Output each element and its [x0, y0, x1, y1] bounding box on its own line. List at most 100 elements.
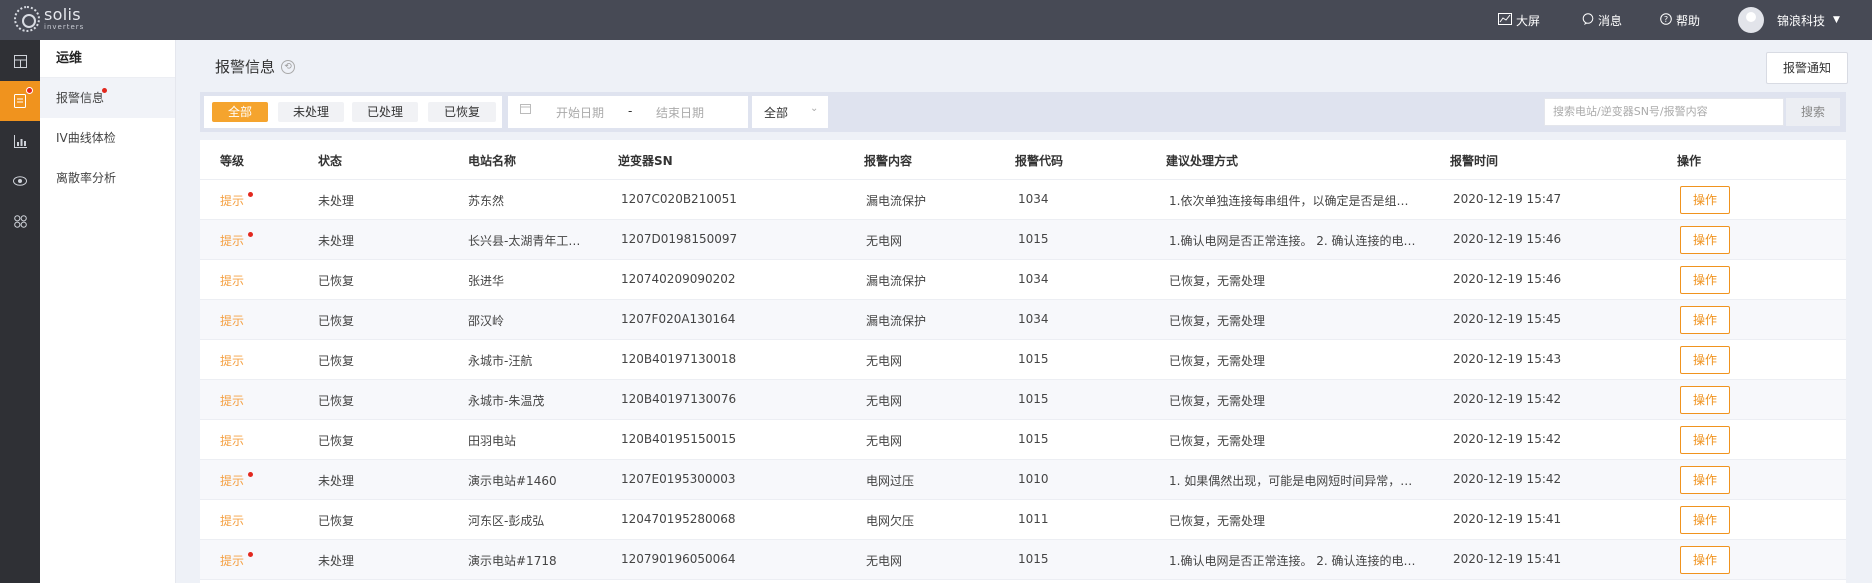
tab-recovered[interactable]: 已恢复: [428, 102, 496, 122]
station-cell: 长兴县-太湖青年工…: [468, 234, 581, 248]
info-icon[interactable]: ⟲: [281, 59, 296, 74]
advice-cell: 1. 如果偶然出现，可能是电网短时间异常，逆…: [1169, 474, 1419, 488]
level-cell: 提示: [220, 194, 245, 208]
col-station: 电站名称: [468, 154, 517, 168]
status-cell: 未处理: [318, 194, 355, 208]
solis-logo[interactable]: solis inverters: [14, 6, 84, 32]
operate-button[interactable]: 操作: [1680, 506, 1730, 534]
tab-unprocessed[interactable]: 未处理: [278, 102, 344, 122]
code-cell: 1015: [1018, 232, 1049, 246]
content-cell: 无电网: [866, 234, 903, 248]
code-cell: 1010: [1018, 472, 1049, 486]
end-date-input[interactable]: 结束日期: [656, 104, 704, 121]
content-cell: 电网欠压: [866, 514, 915, 528]
level-cell: 提示: [220, 274, 245, 288]
sidebar-item-dispersion[interactable]: 离散率分析: [40, 158, 175, 198]
operate-button[interactable]: 操作: [1680, 266, 1730, 294]
operate-button[interactable]: 操作: [1680, 386, 1730, 414]
date-separator: -: [628, 104, 633, 118]
code-cell: 1015: [1018, 392, 1049, 406]
help-icon: ?: [1660, 12, 1672, 28]
apps-icon[interactable]: [0, 201, 40, 241]
content-cell: 漏电流保护: [866, 274, 927, 288]
calendar-icon: [520, 103, 531, 117]
col-operation: 操作: [1677, 154, 1702, 168]
col-sn: 逆变器SN: [618, 154, 673, 168]
sn-cell: 1207F020A130164: [621, 312, 736, 326]
sn-cell: 1207D0198150097: [621, 232, 738, 246]
time-cell: 2020-12-19 15:45: [1453, 312, 1562, 326]
message-link[interactable]: 消息: [1582, 0, 1622, 40]
operate-button[interactable]: 操作: [1680, 546, 1730, 574]
level-cell: 提示: [220, 314, 245, 328]
station-cell: 演示电站#1718: [468, 554, 557, 568]
help-label: 帮助: [1676, 13, 1701, 28]
advice-cell: 已恢复，无需处理: [1169, 514, 1266, 528]
tab-processed[interactable]: 已处理: [352, 102, 418, 122]
code-cell: 1034: [1018, 192, 1049, 206]
logo-text: solis: [44, 5, 81, 24]
advice-cell: 已恢复，无需处理: [1169, 314, 1266, 328]
sn-cell: 1207E0195300003: [621, 472, 736, 486]
sn-cell: 120740209090202: [621, 272, 736, 286]
col-content: 报警内容: [864, 154, 913, 168]
sidebar-item-label: 报警信息: [56, 91, 105, 105]
level-cell: 提示: [220, 554, 245, 568]
search-button[interactable]: 搜索: [1786, 98, 1840, 126]
advice-cell: 已恢复，无需处理: [1169, 354, 1266, 368]
level-cell: 提示: [220, 394, 245, 408]
status-cell: 已恢复: [318, 514, 355, 528]
time-cell: 2020-12-19 15:42: [1453, 472, 1562, 486]
status-cell: 已恢复: [318, 274, 355, 288]
report-icon[interactable]: [0, 121, 40, 161]
operate-button[interactable]: 操作: [1680, 426, 1730, 454]
search-input[interactable]: 搜索电站/逆变器SN号/报警内容: [1544, 98, 1784, 126]
sidebar-item-alarm-info[interactable]: 报警信息: [40, 78, 175, 118]
operate-button[interactable]: 操作: [1680, 346, 1730, 374]
svg-text:?: ?: [1664, 15, 1668, 24]
content-cell: 电网过压: [866, 474, 915, 488]
status-cell: 未处理: [318, 474, 355, 488]
code-cell: 1015: [1018, 552, 1049, 566]
unprocessed-dot: [248, 552, 253, 557]
operate-button[interactable]: 操作: [1680, 226, 1730, 254]
sn-cell: 1207C020B210051: [621, 192, 737, 206]
station-cell: 河东区-彭成弘: [468, 514, 545, 528]
station-cell: 演示电站#1460: [468, 474, 557, 488]
alarm-notify-button[interactable]: 报警通知: [1766, 52, 1848, 84]
level-cell: 提示: [220, 434, 245, 448]
content-cell: 漏电流保护: [866, 314, 927, 328]
eye-icon[interactable]: [0, 161, 40, 201]
level-select[interactable]: 全部 ⌄: [752, 96, 828, 128]
top-bar: solis inverters 大屏 消息 ? 帮助 锦浪科技 ▼: [0, 0, 1872, 40]
time-cell: 2020-12-19 15:41: [1453, 552, 1562, 566]
operate-button[interactable]: 操作: [1680, 186, 1730, 214]
sidebar-item-iv-curve[interactable]: IV曲线体检: [40, 118, 175, 158]
advice-cell: 1.确认电网是否正常连接。 2. 确认连接的电…: [1169, 554, 1416, 568]
table-header: 等级 状态 电站名称 逆变器SN 报警内容 报警代码 建议处理方式 报警时间 操…: [200, 140, 1846, 180]
station-cell: 张进华: [468, 274, 505, 288]
bigscreen-link[interactable]: 大屏: [1498, 0, 1540, 40]
page-title: 报警信息 ⟲: [215, 56, 296, 77]
status-cell: 已恢复: [318, 434, 355, 448]
help-link[interactable]: ? 帮助: [1660, 0, 1700, 40]
user-menu[interactable]: 锦浪科技 ▼: [1777, 0, 1840, 40]
advice-cell: 已恢复，无需处理: [1169, 434, 1266, 448]
operate-button[interactable]: 操作: [1680, 306, 1730, 334]
dashboard-icon[interactable]: [0, 41, 40, 81]
table-row: 提示 未处理 演示电站#1460 1207E0195300003 电网过压 1010 1. …: [200, 460, 1846, 500]
operate-button[interactable]: 操作: [1680, 466, 1730, 494]
col-code: 报警代码: [1015, 154, 1064, 168]
sub-sidebar: 运维 报警信息 IV曲线体检 离散率分析: [40, 40, 176, 583]
level-cell: 提示: [220, 474, 245, 488]
time-cell: 2020-12-19 15:42: [1453, 392, 1562, 406]
avatar[interactable]: [1738, 7, 1764, 33]
station-cell: 苏东然: [468, 194, 505, 208]
start-date-input[interactable]: 开始日期: [556, 104, 604, 121]
date-range-picker[interactable]: 开始日期 - 结束日期: [508, 96, 748, 128]
status-cell: 已恢复: [318, 314, 355, 328]
unread-dot: [102, 88, 107, 93]
tab-all[interactable]: 全部: [212, 102, 268, 122]
advice-cell: 已恢复，无需处理: [1169, 274, 1266, 288]
alarm-icon[interactable]: [0, 81, 40, 121]
